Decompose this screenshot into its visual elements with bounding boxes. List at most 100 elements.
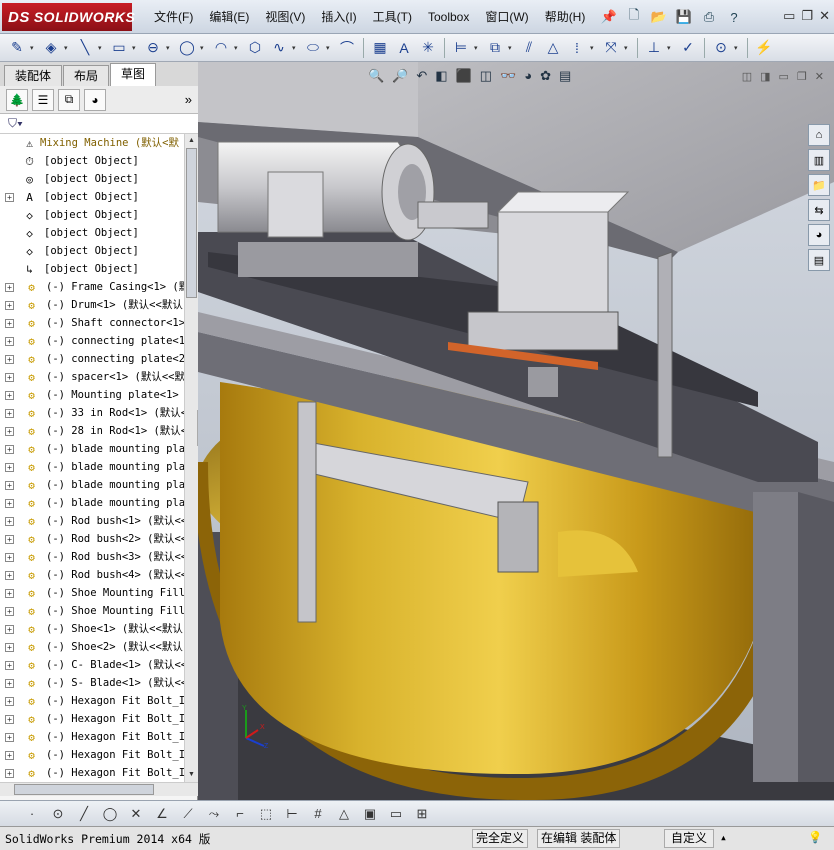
tree-component-item[interactable]: + ⚙ (-) Hexagon Fit Bolt_IS	[0, 692, 184, 710]
chevron-down-icon[interactable]: ▾	[474, 44, 482, 52]
graphics-viewport[interactable]: 🔍 🔎 ↶ ◧ ⬛ ◫ 👓 ◕ ✿ ▤ ◫ ◨ ▭ ❐ ✕ ⌂ ▥ 📁 ⇆ ◕ …	[198, 62, 834, 800]
tree-feature-item[interactable]: ◇ [object Object]	[0, 206, 184, 224]
view-cube-icon[interactable]: ▣	[360, 806, 380, 822]
edit-appearance-icon[interactable]: ◕	[524, 68, 532, 84]
chevron-down-icon[interactable]: ▾	[508, 44, 516, 52]
view-settings-icon[interactable]: ▤	[559, 68, 571, 84]
expand-toggle[interactable]: +	[5, 571, 14, 580]
tab-layout[interactable]: 布局	[63, 65, 110, 86]
expand-toggle[interactable]: +	[5, 499, 14, 508]
display-style-icon[interactable]: ◫	[480, 68, 492, 84]
expand-toggle[interactable]: +	[5, 535, 14, 544]
hide-show-icon[interactable]: 👓	[500, 68, 516, 84]
trim-icon[interactable]: ⊨	[450, 37, 472, 59]
zoom-to-fit-icon[interactable]: 🔍	[368, 68, 384, 84]
expand-toggle[interactable]: +	[5, 445, 14, 454]
tree-component-item[interactable]: + ⚙ (-) Hexagon Fit Bolt_IS	[0, 764, 184, 782]
tree-feature-item[interactable]: ◇ [object Object]	[0, 224, 184, 242]
unit-system[interactable]: 自定义	[664, 829, 715, 848]
chevron-down-icon[interactable]: ▾	[132, 44, 140, 52]
tab-assembly[interactable]: 装配体	[4, 65, 63, 86]
expand-toggle[interactable]: +	[5, 319, 14, 328]
tree-root-assembly[interactable]: ⚠ Mixing Machine (默认<默	[0, 134, 184, 152]
expand-toggle[interactable]: +	[5, 193, 14, 202]
chevron-down-icon[interactable]: ▾	[624, 44, 632, 52]
spline-icon[interactable]: ∿	[268, 37, 290, 59]
text-icon[interactable]: A	[393, 37, 415, 59]
menu-window[interactable]: 窗口(W)	[477, 9, 536, 25]
tree-feature-item[interactable]: ↳ [object Object]	[0, 260, 184, 278]
tree-feature-item[interactable]: + A [object Object]	[0, 188, 184, 206]
apply-scene-icon[interactable]: ✿	[540, 68, 551, 84]
expand-toggle[interactable]: +	[5, 481, 14, 490]
more-tabs-icon[interactable]: »	[185, 92, 192, 107]
line-icon[interactable]: ╱	[74, 806, 94, 822]
menu-insert[interactable]: 插入(I)	[313, 9, 364, 25]
help-icon[interactable]: ?	[723, 6, 745, 28]
tree-horizontal-scrollbar[interactable]	[0, 782, 198, 796]
slot-icon[interactable]: ⊖	[142, 37, 164, 59]
scroll-thumb[interactable]	[14, 784, 154, 795]
property-manager-icon[interactable]: ☰	[32, 88, 54, 111]
expand-toggle[interactable]: +	[5, 769, 14, 778]
view-palette-icon[interactable]: ⇆	[808, 199, 830, 221]
quick-snaps-icon[interactable]: ⊙	[710, 37, 732, 59]
ellipse-icon[interactable]: ⬭	[302, 37, 324, 59]
tree-component-item[interactable]: + ⚙ (-) connecting plate<2>	[0, 350, 184, 368]
tree-component-item[interactable]: + ⚙ (-) C- Blade<1> (默认<<	[0, 656, 184, 674]
arc-icon[interactable]: ◠	[210, 37, 232, 59]
new-document-icon[interactable]: 🗋	[623, 6, 645, 28]
custom-properties-icon[interactable]: ▤	[808, 249, 830, 271]
menu-view[interactable]: 视图(V)	[257, 9, 313, 25]
rapid-sketch-icon[interactable]: ⚡	[753, 37, 775, 59]
design-library-icon[interactable]: ▥	[808, 149, 830, 171]
tree-component-item[interactable]: + ⚙ (-) spacer<1> (默认<<默	[0, 368, 184, 386]
rectangle-icon[interactable]: ▭	[108, 37, 130, 59]
trim-icon[interactable]: ⟋	[178, 806, 198, 822]
point-icon[interactable]: ·	[22, 806, 42, 821]
corner-icon[interactable]: ⌐	[230, 806, 250, 821]
expand-toggle[interactable]: +	[5, 679, 14, 688]
tree-component-item[interactable]: + ⚙ (-) Shoe<2> (默认<<默认	[0, 638, 184, 656]
expand-toggle[interactable]: +	[5, 373, 14, 382]
tree-component-item[interactable]: + ⚙ (-) blade mounting plat	[0, 440, 184, 458]
tree-component-item[interactable]: + ⚙ (-) connecting plate<1>	[0, 332, 184, 350]
dimension-icon[interactable]: ⊢	[282, 806, 302, 822]
tree-component-item[interactable]: + ⚙ (-) Hexagon Fit Bolt_IS	[0, 728, 184, 746]
menu-help[interactable]: 帮助(H)	[537, 9, 594, 25]
tree-component-item[interactable]: + ⚙ (-) Rod bush<3> (默认<<	[0, 548, 184, 566]
chevron-down-icon[interactable]: ▾	[200, 44, 208, 52]
tree-component-item[interactable]: + ⚙ (-) Shoe Mounting Fille	[0, 584, 184, 602]
section-view-icon[interactable]: ◧	[435, 68, 447, 84]
tree-component-item[interactable]: + ⚙ (-) blade mounting plat	[0, 458, 184, 476]
minimize-icon[interactable]: ▭	[779, 70, 789, 83]
home-icon[interactable]: ⌂	[808, 124, 830, 146]
angle-icon[interactable]: ∠	[152, 806, 172, 822]
expand-toggle[interactable]: +	[5, 391, 14, 400]
fillet-icon[interactable]: ⌒	[336, 37, 358, 59]
tree-feature-item[interactable]: ⏱ [object Object]	[0, 152, 184, 170]
triangle-icon[interactable]: △	[334, 806, 354, 822]
expand-toggle[interactable]: +	[5, 355, 14, 364]
pin-icon[interactable]: 📌	[598, 6, 620, 28]
tree-component-item[interactable]: + ⚙ (-) S- Blade<1> (默认<<	[0, 674, 184, 692]
expand-toggle[interactable]: +	[5, 751, 14, 760]
scroll-down-icon[interactable]: ▼	[186, 769, 197, 781]
sketch-icon[interactable]: ✎	[6, 37, 28, 59]
expand-toggle[interactable]: +	[5, 427, 14, 436]
tree-vertical-scrollbar[interactable]: ▲ ▼	[184, 134, 198, 782]
line-icon[interactable]: ╲	[74, 37, 96, 59]
chevron-down-icon[interactable]: ▾	[30, 44, 38, 52]
expand-toggle[interactable]: +	[5, 607, 14, 616]
tree-component-item[interactable]: + ⚙ (-) 28 in Rod<1> (默认<	[0, 422, 184, 440]
split-view-icon[interactable]: ◫	[742, 70, 752, 83]
restore-icon[interactable]: ❐	[797, 70, 807, 83]
chevron-down-icon[interactable]: ▾	[590, 44, 598, 52]
zoom-area-icon[interactable]: 🔎	[392, 68, 408, 84]
menu-edit[interactable]: 编辑(E)	[201, 9, 257, 25]
split-view-icon[interactable]: ◨	[760, 70, 770, 83]
appearances-icon[interactable]: ◕	[808, 224, 830, 246]
expand-toggle[interactable]: +	[5, 337, 14, 346]
expand-toggle[interactable]: +	[5, 517, 14, 526]
grid-icon[interactable]: #	[308, 806, 328, 821]
